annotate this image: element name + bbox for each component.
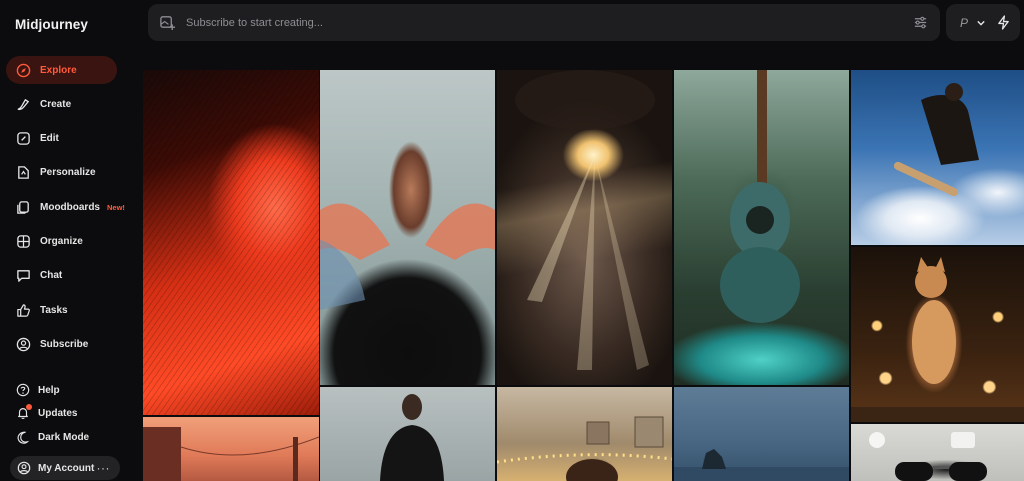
sidebar-item-label: Help (38, 384, 60, 396)
sidebar-item-edit[interactable]: Edit (6, 124, 117, 152)
sidebar-item-label: Dark Mode (38, 431, 90, 443)
sidebar-item-label: Subscribe (40, 338, 89, 350)
gallery-image-cozy-room[interactable] (497, 387, 672, 481)
sidebar-item-moodboards[interactable]: Moodboards New! (6, 193, 125, 221)
chevron-down-icon[interactable] (977, 19, 985, 27)
gallery-image-skateboarder-sky[interactable] (851, 70, 1024, 245)
sidebar-item-label: Tasks (40, 304, 68, 316)
prompt-bar (148, 4, 940, 41)
sidebar-item-organize[interactable]: Organize (6, 227, 117, 255)
gallery-image-dancing-cat[interactable] (851, 247, 1024, 422)
sidebar-item-label: Moodboards (40, 201, 100, 213)
sidebar-item-label: Edit (40, 132, 59, 144)
lightning-icon[interactable] (997, 15, 1010, 30)
gallery-image-red-anime-portrait[interactable] (143, 70, 319, 415)
mode-controls: P (946, 4, 1020, 41)
sidebar-item-chat[interactable]: Chat (6, 261, 117, 289)
chat-icon (16, 268, 31, 283)
user-circle-icon (16, 337, 31, 352)
sidebar-item-label: Personalize (40, 166, 96, 178)
sidebar-item-personalize[interactable]: Personalize (6, 158, 117, 186)
thumbs-up-icon (16, 303, 31, 318)
gallery-image-sunset-street[interactable] (143, 417, 319, 481)
sidebar-item-label: Updates (38, 407, 78, 419)
edit-icon (16, 131, 31, 146)
gallery-image-sunglasses[interactable] (851, 424, 1024, 481)
dark-mode-toggle[interactable]: Dark Mode (6, 426, 117, 448)
moon-icon (16, 430, 30, 444)
prompt-input[interactable] (186, 16, 866, 29)
account-label: My Account (38, 462, 95, 474)
sidebar-item-label: Organize (40, 235, 83, 247)
gallery-image-sunlit-clouds[interactable] (497, 70, 672, 385)
sliders-icon[interactable] (913, 15, 928, 30)
add-image-icon[interactable] (159, 14, 176, 31)
gallery-image-man-black-coat[interactable] (320, 387, 495, 481)
grid-icon (16, 234, 31, 249)
compass-icon (16, 63, 31, 78)
moodboard-icon (16, 200, 31, 215)
sidebar: Midjourney Explore Create Edit Personali… (0, 0, 136, 481)
more-options-icon[interactable]: ··· (97, 461, 111, 475)
notification-dot (26, 404, 32, 410)
gallery-image-guitar-waterfall[interactable] (674, 70, 849, 385)
sidebar-item-help[interactable]: Help (6, 379, 117, 401)
sidebar-item-updates[interactable]: Updates (6, 402, 117, 424)
sidebar-item-explore[interactable]: Explore (6, 56, 117, 84)
bell-icon (16, 404, 32, 420)
user-circle-icon (17, 461, 31, 475)
gallery-image-ocean-rock[interactable] (674, 387, 849, 481)
personalize-icon (16, 165, 31, 180)
help-icon (16, 383, 30, 397)
my-account-button[interactable]: My Account ··· (10, 456, 120, 480)
sidebar-item-label: Chat (40, 269, 63, 281)
sidebar-item-tasks[interactable]: Tasks (6, 296, 117, 324)
sidebar-item-create[interactable]: Create (6, 90, 117, 118)
gallery-image-woman-with-birds[interactable] (320, 70, 495, 385)
sidebar-item-subscribe[interactable]: Subscribe (6, 330, 117, 358)
new-badge: New! (107, 202, 125, 212)
sidebar-item-label: Explore (40, 64, 77, 76)
brush-icon (16, 97, 31, 112)
brand-logo[interactable]: Midjourney (15, 17, 88, 32)
sidebar-item-label: Create (40, 98, 72, 110)
personalization-toggle[interactable]: P (960, 16, 968, 30)
